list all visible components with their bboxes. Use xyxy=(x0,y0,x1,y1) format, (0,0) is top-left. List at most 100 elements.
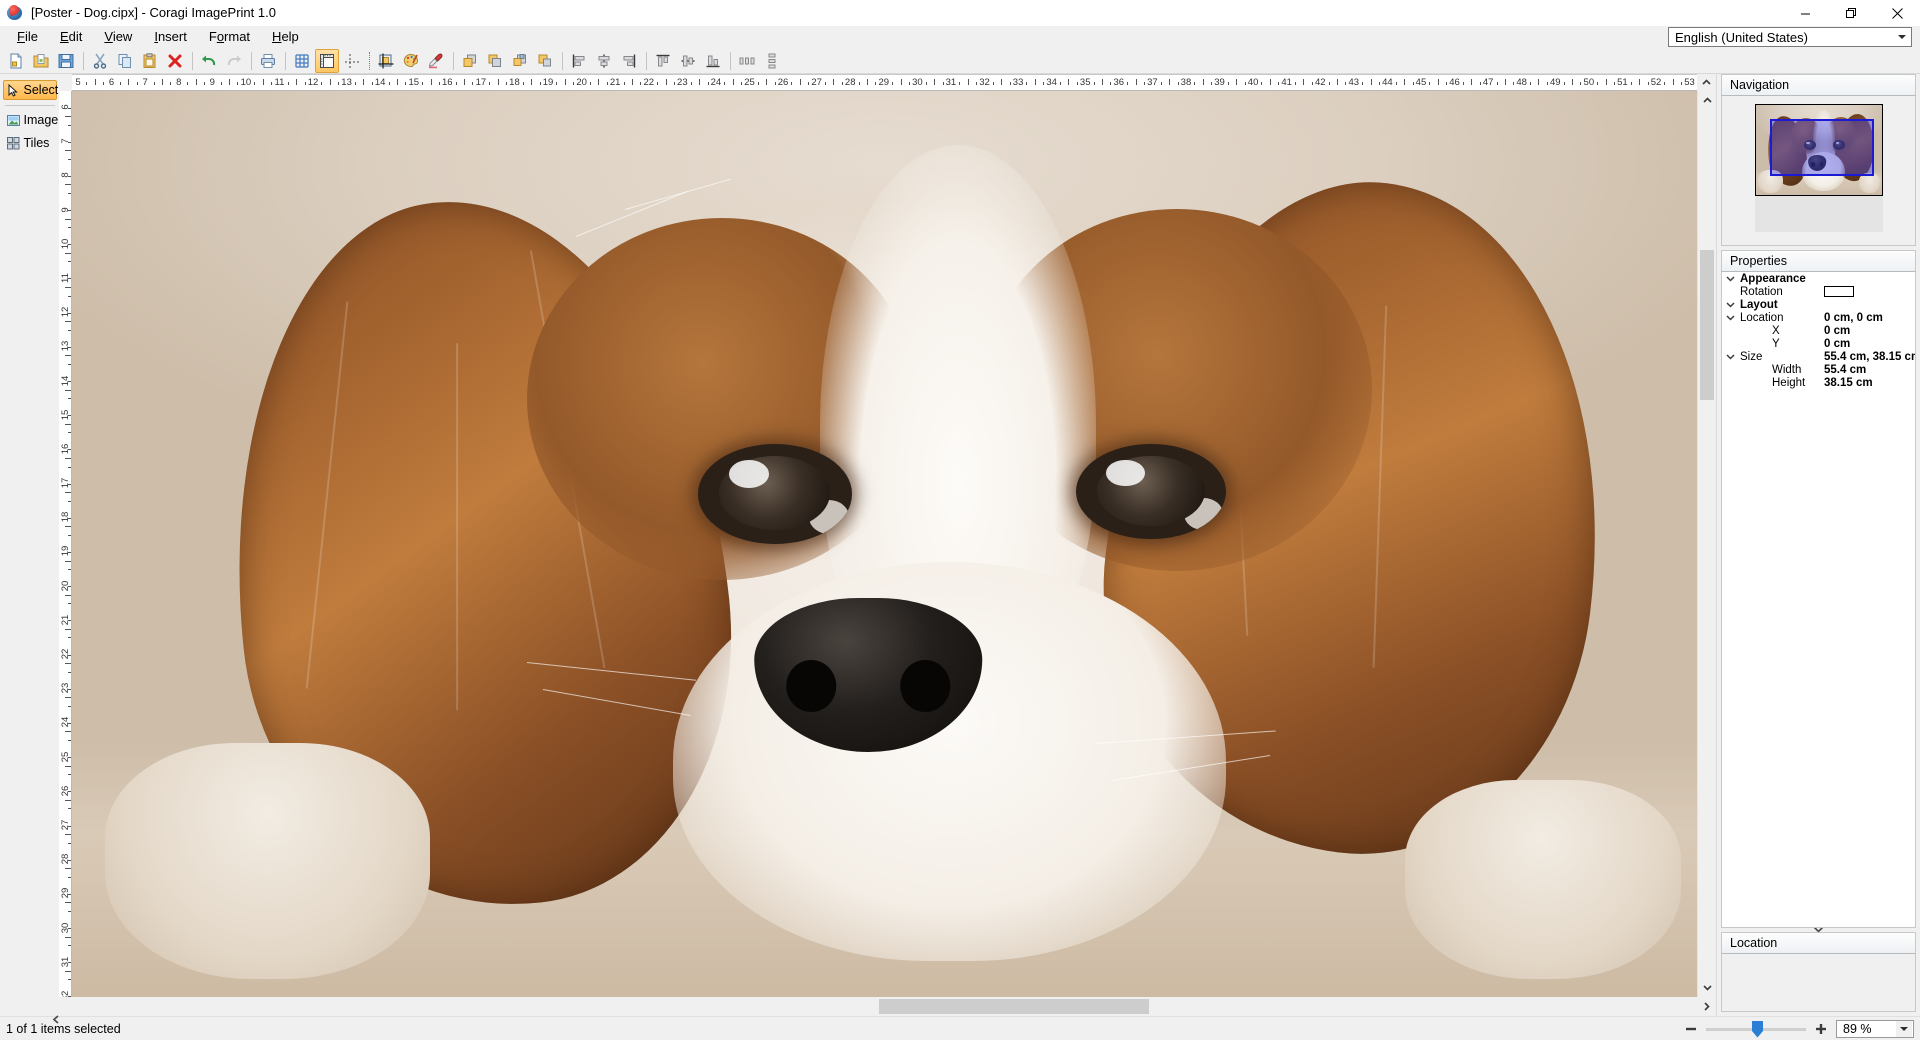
menu-edit[interactable]: Edit xyxy=(49,27,93,47)
zoom-out-button[interactable] xyxy=(1682,1023,1700,1035)
undo-button[interactable] xyxy=(197,49,221,73)
properties-grid[interactable]: Appearance Rotation Layout Location 0 cm, 0 … xyxy=(1721,272,1916,928)
toolbar-separator xyxy=(251,51,252,70)
chevron-down-icon[interactable] xyxy=(1893,28,1910,46)
location-row-value[interactable]: 0 cm, 0 cm xyxy=(1824,312,1915,324)
tool-select[interactable]: Select xyxy=(2,80,58,100)
horizontal-scrollbar[interactable] xyxy=(59,997,1716,1016)
rotation-value-box[interactable] xyxy=(1824,286,1854,297)
bring-to-front-button[interactable] xyxy=(458,49,482,73)
size-width-row-value[interactable]: 55.4 cm xyxy=(1824,364,1915,376)
cut-button[interactable] xyxy=(88,49,112,73)
crop-button[interactable] xyxy=(374,49,398,73)
align-bottom-button[interactable] xyxy=(701,49,725,73)
vertical-scrollbar[interactable] xyxy=(1697,91,1716,997)
location-row[interactable]: Location 0 cm, 0 cm xyxy=(1722,311,1915,324)
size-width-row[interactable]: Width 55.4 cm xyxy=(1722,363,1915,376)
eyedropper-button[interactable] xyxy=(424,49,448,73)
show-grid-button[interactable] xyxy=(290,49,314,73)
chevron-down-icon[interactable] xyxy=(1722,314,1738,321)
distribute-horizontal-button[interactable] xyxy=(735,49,759,73)
navigation-body[interactable] xyxy=(1721,96,1916,246)
chevron-down-icon[interactable] xyxy=(1722,353,1738,360)
redo-button[interactable] xyxy=(222,49,246,73)
align-left-button[interactable] xyxy=(567,49,591,73)
zoom-slider-thumb[interactable] xyxy=(1752,1020,1763,1038)
delete-button[interactable] xyxy=(163,49,187,73)
language-combobox[interactable]: English (United States) xyxy=(1668,27,1912,47)
scroll-up-button[interactable] xyxy=(1697,74,1716,91)
dog-photo[interactable] xyxy=(72,91,1697,997)
copy-button[interactable] xyxy=(113,49,137,73)
save-button[interactable] xyxy=(54,49,78,73)
menu-view[interactable]: View xyxy=(93,27,143,47)
vertical-scroll-thumb[interactable] xyxy=(1700,250,1714,400)
menu-format[interactable]: Format xyxy=(198,27,261,47)
location-panel-body[interactable] xyxy=(1721,954,1916,1012)
chevron-up-icon[interactable] xyxy=(1698,91,1716,110)
rotation-row[interactable]: Rotation xyxy=(1722,285,1915,298)
chevron-down-icon[interactable] xyxy=(1722,301,1738,308)
toolbar-separator xyxy=(730,51,731,70)
send-to-back-button[interactable] xyxy=(483,49,507,73)
zoom-level-combobox[interactable]: 89 % xyxy=(1836,1020,1914,1038)
layout-group[interactable]: Layout xyxy=(1722,298,1915,311)
ruler-tick xyxy=(892,82,893,85)
close-icon[interactable] xyxy=(1874,0,1920,26)
distribute-vertical-button[interactable] xyxy=(760,49,784,73)
new-document-button[interactable] xyxy=(4,49,28,73)
paste-button[interactable] xyxy=(138,49,162,73)
chevron-down-icon[interactable] xyxy=(1698,978,1716,997)
vertical-ruler[interactable]: 6 7 8 9 10 11 12 13 14 15 16 17 18 19 20 21 22 23 24 25 26 27… xyxy=(59,91,72,997)
tool-tiles[interactable]: Tiles xyxy=(3,133,57,153)
ruler-tick xyxy=(68,142,71,143)
align-middle-button[interactable] xyxy=(676,49,700,73)
menu-help[interactable]: Help xyxy=(261,27,310,47)
tool-image[interactable]: Image xyxy=(3,110,58,130)
restore-icon[interactable] xyxy=(1828,0,1874,26)
show-guides-button[interactable] xyxy=(340,49,364,73)
vertical-scroll-track[interactable] xyxy=(1698,110,1716,978)
align-top-button[interactable] xyxy=(651,49,675,73)
palette-button[interactable] xyxy=(399,49,423,73)
horizontal-scroll-track[interactable] xyxy=(59,997,1697,1016)
align-right-button[interactable] xyxy=(617,49,641,73)
navigation-thumbnail[interactable] xyxy=(1754,104,1883,196)
show-rulers-button[interactable] xyxy=(315,48,339,73)
send-backward-button[interactable] xyxy=(533,49,557,73)
menu-file[interactable]: File xyxy=(6,27,49,47)
ruler-tick xyxy=(422,82,423,85)
chevron-down-icon[interactable] xyxy=(1722,275,1738,282)
zoom-in-button[interactable] xyxy=(1812,1023,1830,1035)
appearance-group[interactable]: Appearance xyxy=(1722,272,1915,285)
ruler-tick xyxy=(68,398,71,399)
zoom-slider[interactable] xyxy=(1706,1020,1806,1038)
ruler-tick-label: 35 xyxy=(1079,77,1091,88)
bring-forward-button[interactable] xyxy=(508,49,532,73)
print-button[interactable] xyxy=(256,49,280,73)
open-document-button[interactable] xyxy=(29,49,53,73)
document-viewport[interactable] xyxy=(72,91,1697,997)
location-x-row[interactable]: X 0 cm xyxy=(1722,324,1915,337)
horizontal-scroll-thumb[interactable] xyxy=(879,999,1149,1014)
horizontal-ruler[interactable]: 5 6 7 8 9 10 11 12 13 14 15 16 17 18 19 20 21 22 23 24 25 26 2… xyxy=(72,74,1697,91)
ruler-tick xyxy=(65,116,71,117)
size-row-value[interactable]: 55.4 cm, 38.15 cm xyxy=(1824,351,1915,363)
chevron-right-icon[interactable] xyxy=(1697,997,1716,1016)
minimize-icon[interactable] xyxy=(1782,0,1828,26)
location-y-row-value[interactable]: 0 cm xyxy=(1824,338,1915,350)
location-y-row[interactable]: Y 0 cm xyxy=(1722,337,1915,350)
menu-bar: File Edit View Insert Format Help Englis… xyxy=(0,26,1920,48)
navigation-viewport-rect[interactable] xyxy=(1769,119,1874,176)
size-height-row[interactable]: Height 38.15 cm xyxy=(1722,376,1915,389)
location-x-row-value[interactable]: 0 cm xyxy=(1824,325,1915,337)
size-row[interactable]: Size 55.4 cm, 38.15 cm xyxy=(1722,350,1915,363)
rotation-row-value[interactable] xyxy=(1824,286,1915,297)
ruler-tick xyxy=(724,82,725,85)
panel-collapse-button[interactable] xyxy=(52,1012,63,1027)
align-center-button[interactable] xyxy=(592,49,616,73)
chevron-down-icon[interactable] xyxy=(1896,1021,1912,1037)
size-height-row-value[interactable]: 38.15 cm xyxy=(1824,377,1915,389)
menu-insert[interactable]: Insert xyxy=(143,27,198,47)
menu-insert-rest: nsert xyxy=(157,29,187,44)
